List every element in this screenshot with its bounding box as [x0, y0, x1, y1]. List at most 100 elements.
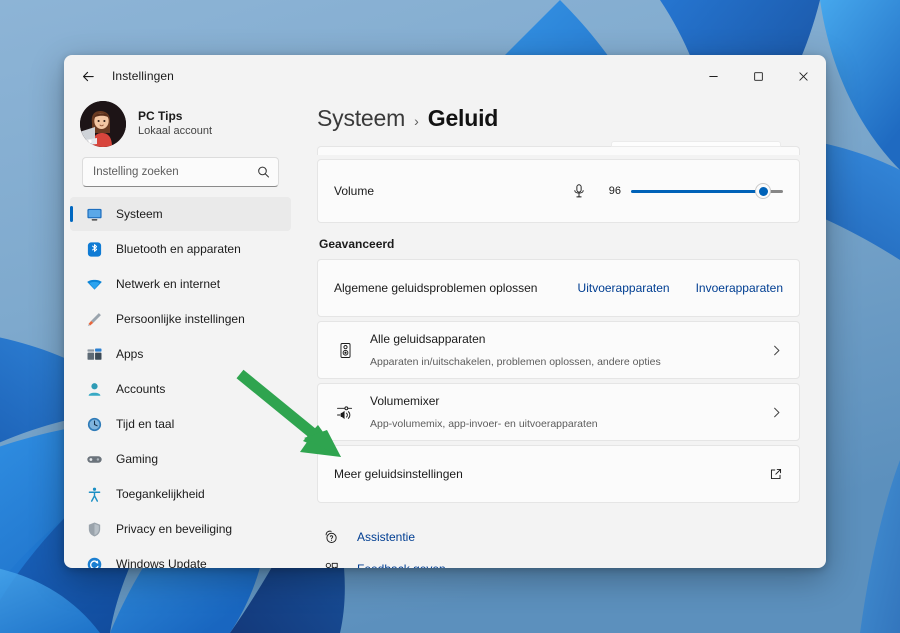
volume-label: Volume [334, 184, 375, 198]
footer-link-assistentie[interactable]: Assistentie [321, 525, 800, 549]
chevron-right-icon[interactable] [770, 344, 783, 357]
volume-value: 96 [608, 185, 621, 197]
close-icon [799, 71, 808, 81]
sidebar-item-label: Privacy en beveiliging [116, 522, 233, 536]
user-avatar-art [80, 101, 126, 147]
account-block[interactable]: PC Tips Lokaal account [64, 97, 297, 147]
troubleshoot-label: Algemene geluidsproblemen oplossen [334, 281, 538, 295]
footer-link-feedback-geven[interactable]: Feedback geven [321, 557, 800, 568]
account-subtitle: Lokaal account [138, 125, 212, 138]
all-sound-devices-title: Alle geluidsapparaten [370, 332, 486, 347]
sidebar-item-label: Toegankelijkheid [116, 487, 205, 501]
sidebar-item-gaming[interactable]: Gaming [70, 442, 291, 476]
search-icon [257, 166, 270, 179]
sidebar-item-persoonlijke-instellingen[interactable]: Persoonlijke instellingen [70, 302, 291, 336]
volume-mixer-text: Volumemixer App-volumemix, app-invoer- e… [370, 390, 598, 433]
paintbrush-icon [84, 309, 104, 329]
breadcrumb-separator: › [414, 113, 419, 129]
account-person-icon [84, 379, 104, 399]
sidebar-item-label: Tijd en taal [116, 417, 175, 431]
sidebar-item-label: Systeem [116, 207, 163, 221]
sidebar-item-privacy-en-beveiliging[interactable]: Privacy en beveiliging [70, 512, 291, 546]
volume-mixer-card[interactable]: Volumemixer App-volumemix, app-invoer- e… [317, 383, 800, 441]
sidebar-item-label: Windows Update [116, 557, 207, 568]
sidebar-item-toegankelijkheid[interactable]: Toegankelijkheid [70, 477, 291, 511]
volume-row: Volume 96 [318, 160, 799, 222]
page-title: Geluid [427, 105, 499, 131]
accessibility-icon [84, 484, 104, 504]
search-wrapper [64, 147, 297, 195]
link-input-devices[interactable]: Invoerapparaten [696, 281, 783, 295]
feedback-icon [321, 561, 341, 568]
troubleshoot-card: Algemene geluidsproblemen oplossen Uitvo… [317, 259, 800, 317]
windows-update-icon [84, 554, 104, 568]
window-titlebar: Instellingen [64, 55, 826, 97]
all-sound-devices-subtitle: Apparaten in/uitschakelen, problemen opl… [370, 356, 661, 368]
more-sound-settings-label: Meer geluidsinstellingen [334, 467, 463, 481]
more-sound-settings-row[interactable]: Meer geluidsinstellingen [318, 446, 799, 502]
window-controls [691, 55, 826, 97]
wifi-icon [84, 274, 104, 294]
sidebar-item-apps[interactable]: Apps [70, 337, 291, 371]
gamepad-icon [84, 449, 104, 469]
volume-mixer-title: Volumemixer [370, 394, 440, 409]
sidebar: PC Tips Lokaal account Instelling zoeken… [64, 97, 297, 568]
back-button[interactable] [72, 61, 104, 91]
search-box[interactable] [82, 157, 279, 187]
speaker-device-icon [334, 342, 356, 359]
sidebar-item-netwerk-en-internet[interactable]: Netwerk en internet [70, 267, 291, 301]
slider-thumb[interactable] [755, 183, 771, 199]
apps-icon [84, 344, 104, 364]
all-sound-devices-card[interactable]: Alle geluidsapparaten Apparaten in/uitsc… [317, 321, 800, 379]
sidebar-item-accounts[interactable]: Accounts [70, 372, 291, 406]
section-title-geavanceerd: Geavanceerd [319, 237, 395, 251]
footer-link-label: Assistentie [357, 530, 416, 544]
more-sound-settings-card[interactable]: Meer geluidsinstellingen [317, 445, 800, 503]
sidebar-item-label: Netwerk en internet [116, 277, 221, 291]
sidebar-item-label: Apps [116, 347, 144, 361]
breadcrumb: Systeem › Geluid [317, 97, 800, 146]
maximize-button[interactable] [736, 55, 781, 97]
troubleshoot-row: Algemene geluidsproblemen oplossen Uitvo… [318, 260, 799, 316]
sidebar-item-systeem[interactable]: Systeem [70, 197, 291, 231]
window-body: PC Tips Lokaal account Instelling zoeken… [64, 97, 826, 568]
volume-mixer-row[interactable]: Volumemixer App-volumemix, app-invoer- e… [318, 384, 799, 440]
clock-icon [84, 414, 104, 434]
all-sound-devices-row[interactable]: Alle geluidsapparaten Apparaten in/uitsc… [318, 322, 799, 378]
settings-window: Instellingen PC Tips Lokaal account Inst… [64, 55, 826, 568]
volume-mixer-subtitle: App-volumemix, app-invoer- en uitvoerapp… [370, 418, 598, 430]
sidebar-item-bluetooth-en-apparaten[interactable]: Bluetooth en apparaten [70, 232, 291, 266]
sidebar-item-tijd-en-taal[interactable]: Tijd en taal [70, 407, 291, 441]
all-sound-devices-text: Alle geluidsapparaten Apparaten in/uitsc… [370, 328, 661, 371]
system-display-icon [84, 204, 104, 224]
minimize-button[interactable] [691, 55, 736, 97]
close-button[interactable] [781, 55, 826, 97]
help-icon [321, 529, 341, 545]
sidebar-item-label: Bluetooth en apparaten [116, 242, 241, 256]
scrolled-card-inner [611, 141, 781, 147]
chevron-right-icon[interactable] [770, 406, 783, 419]
volume-mixer-icon [334, 403, 356, 422]
sidebar-item-windows-update[interactable]: Windows Update [70, 547, 291, 568]
maximize-icon [754, 71, 763, 81]
minimize-icon [709, 75, 718, 77]
avatar [80, 101, 126, 147]
scrolled-card-edge [317, 141, 800, 155]
microphone-icon[interactable] [571, 183, 587, 199]
sidebar-item-label: Gaming [116, 452, 159, 466]
bluetooth-icon [84, 239, 104, 259]
slider-fill [631, 189, 761, 193]
volume-slider[interactable] [631, 183, 783, 199]
account-name: PC Tips [138, 109, 183, 124]
breadcrumb-parent[interactable]: Systeem [317, 105, 405, 132]
app-title: Instellingen [112, 69, 174, 83]
link-output-devices[interactable]: Uitvoerapparaten [578, 281, 670, 295]
search-input[interactable] [83, 158, 278, 186]
sidebar-nav: Systeem Bluetooth en apparaten Netwerk e… [64, 197, 297, 568]
shield-icon [84, 519, 104, 539]
volume-card: Volume 96 [317, 159, 800, 223]
footer-link-label: Feedback geven [357, 562, 446, 568]
open-external-icon[interactable] [769, 467, 783, 481]
footer-links: Assistentie Feedback geven [317, 525, 800, 568]
sidebar-item-label: Persoonlijke instellingen [116, 312, 245, 326]
